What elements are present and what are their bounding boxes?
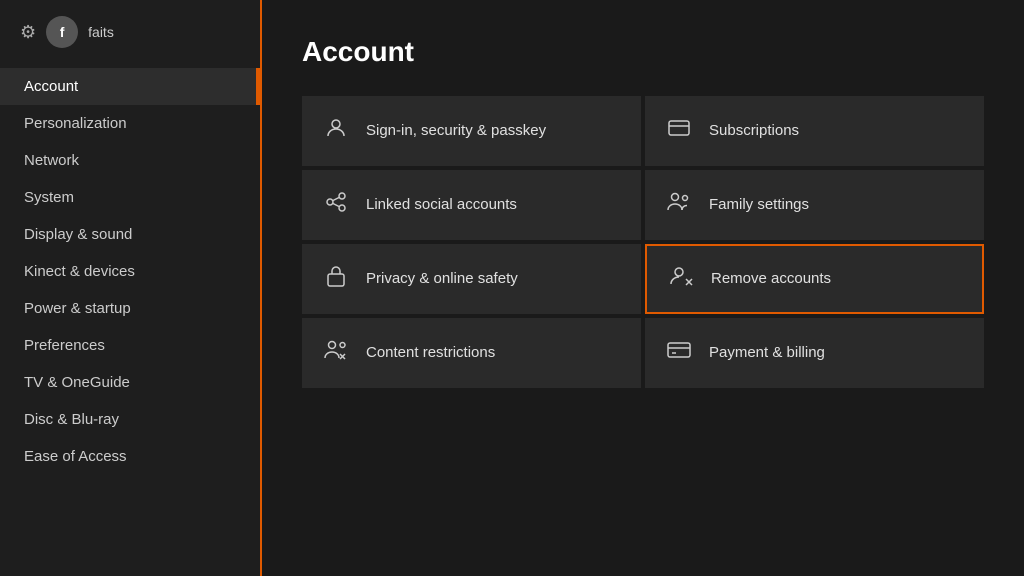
signin-icon xyxy=(322,116,350,146)
sidebar-item-ease-of-access[interactable]: Ease of Access xyxy=(0,438,260,475)
payment-billing-label: Payment & billing xyxy=(709,343,825,363)
linked-social-icon xyxy=(322,190,350,220)
content-restrictions-label: Content restrictions xyxy=(366,343,495,363)
sidebar-item-account[interactable]: Account xyxy=(0,68,260,105)
privacy-safety-label: Privacy & online safety xyxy=(366,269,518,289)
subscriptions-label: Subscriptions xyxy=(709,121,799,141)
sidebar-item-system[interactable]: System xyxy=(0,179,260,216)
tile-linked-social[interactable]: Linked social accounts xyxy=(302,170,641,240)
sidebar-nav: Account Personalization Network System D… xyxy=(0,68,260,475)
sidebar-item-kinect-devices[interactable]: Kinect & devices xyxy=(0,253,260,290)
tile-content-restrictions[interactable]: Content restrictions xyxy=(302,318,641,388)
sidebar-item-tv-oneguide[interactable]: TV & OneGuide xyxy=(0,364,260,401)
linked-social-label: Linked social accounts xyxy=(366,195,517,215)
settings-grid: Sign-in, security & passkey Subscription… xyxy=(302,96,984,388)
gear-icon: ⚙ xyxy=(20,22,36,43)
tile-subscriptions[interactable]: Subscriptions xyxy=(645,96,984,166)
privacy-safety-icon xyxy=(322,264,350,294)
payment-billing-icon xyxy=(665,340,693,366)
sidebar-username: faits xyxy=(88,24,114,40)
sidebar-item-power-startup[interactable]: Power & startup xyxy=(0,290,260,327)
sidebar-item-disc-bluray[interactable]: Disc & Blu-ray xyxy=(0,401,260,438)
tile-privacy-safety[interactable]: Privacy & online safety xyxy=(302,244,641,314)
tile-remove-accounts[interactable]: Remove accounts xyxy=(645,244,984,314)
sidebar-item-preferences[interactable]: Preferences xyxy=(0,327,260,364)
subscriptions-icon xyxy=(665,116,693,146)
tile-signin-security[interactable]: Sign-in, security & passkey xyxy=(302,96,641,166)
sidebar: ⚙ f faits Account Personalization Networ… xyxy=(0,0,260,576)
remove-accounts-icon xyxy=(667,264,695,294)
tile-payment-billing[interactable]: Payment & billing xyxy=(645,318,984,388)
sidebar-header: ⚙ f faits xyxy=(0,0,260,64)
signin-label: Sign-in, security & passkey xyxy=(366,121,546,141)
family-settings-label: Family settings xyxy=(709,195,809,215)
remove-accounts-label: Remove accounts xyxy=(711,269,831,289)
tile-family-settings[interactable]: Family settings xyxy=(645,170,984,240)
avatar: f xyxy=(46,16,78,48)
main-content: Account Sign-in, security & passkey Subs… xyxy=(262,0,1024,576)
family-settings-icon xyxy=(665,190,693,220)
sidebar-item-network[interactable]: Network xyxy=(0,142,260,179)
page-title: Account xyxy=(302,36,984,68)
sidebar-item-display-sound[interactable]: Display & sound xyxy=(0,216,260,253)
sidebar-item-personalization[interactable]: Personalization xyxy=(0,105,260,142)
content-restrictions-icon xyxy=(322,338,350,368)
